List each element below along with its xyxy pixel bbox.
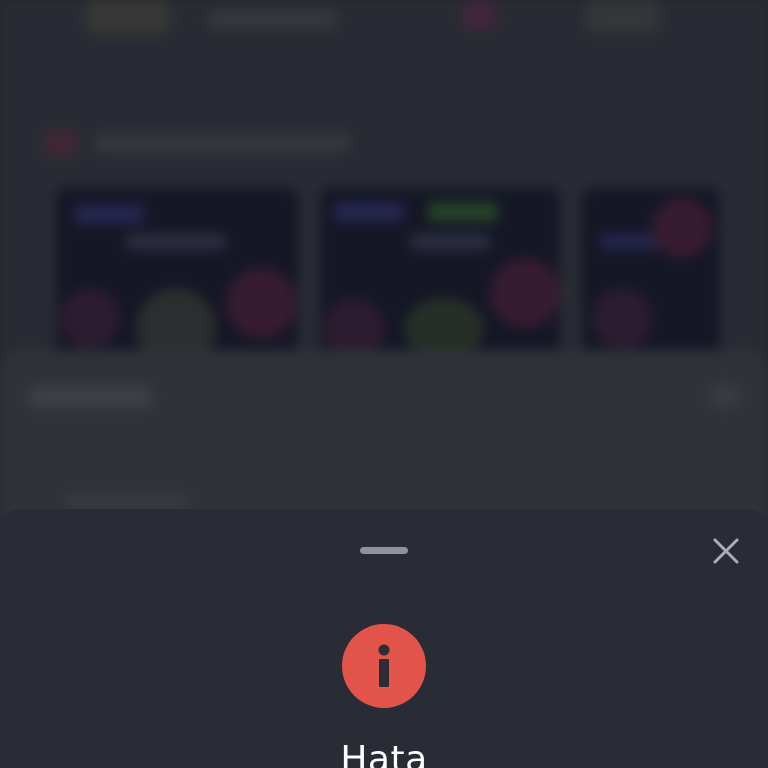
app-screen: Hata [0,0,768,768]
error-title: Hata [340,739,428,768]
close-button[interactable] [706,531,746,571]
error-icon-badge [342,624,426,708]
close-icon [713,538,739,564]
info-icon [378,644,390,687]
drag-handle[interactable] [360,547,408,554]
